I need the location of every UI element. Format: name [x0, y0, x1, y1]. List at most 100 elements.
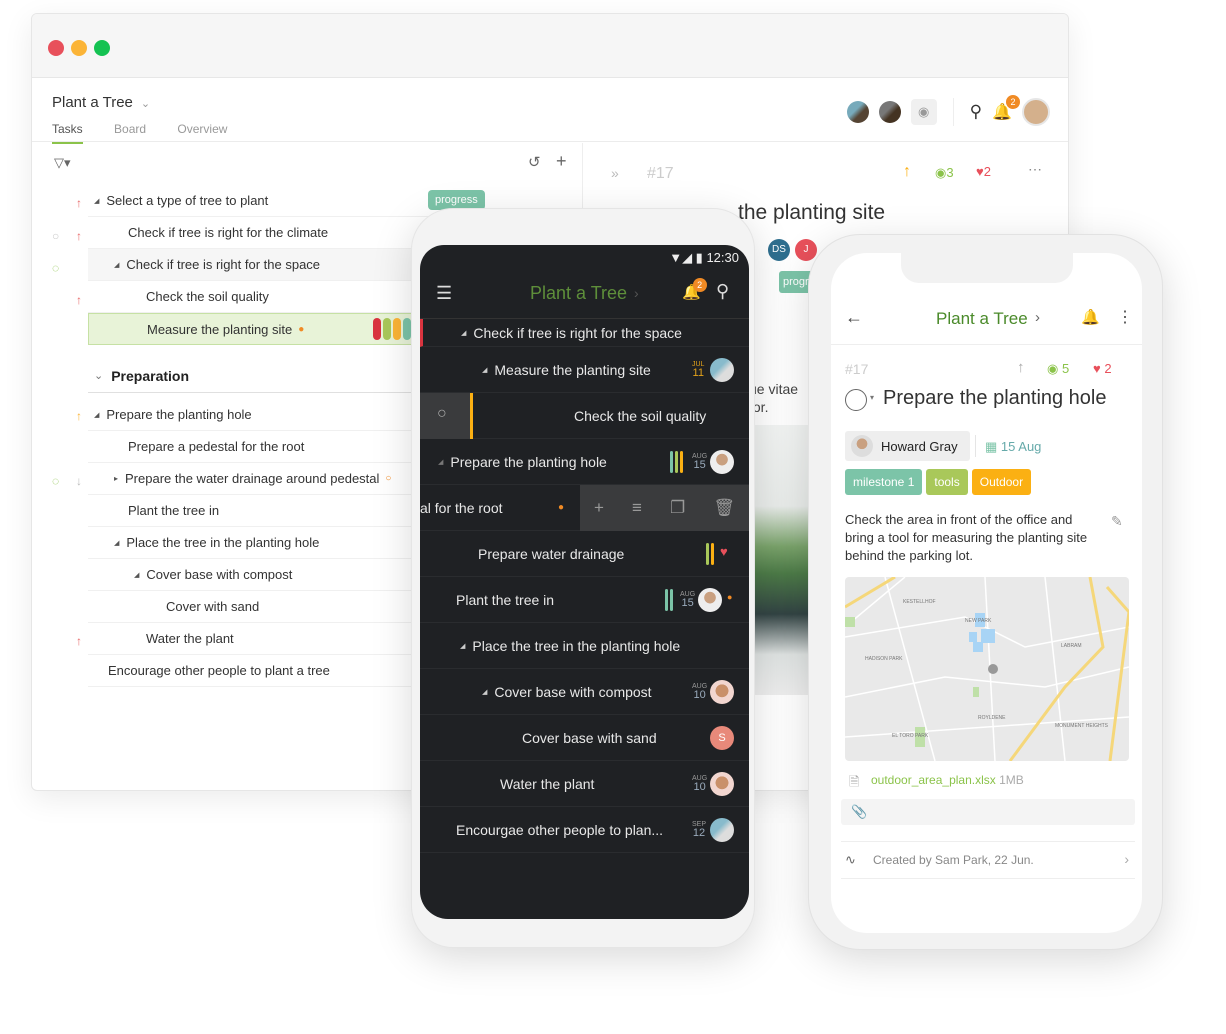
expand-icon[interactable]: ◢ — [134, 571, 139, 579]
bell-icon[interactable]: 🔔 2 — [992, 95, 1020, 122]
task-row[interactable]: ◢ Place the tree in the planting hole — [420, 623, 749, 669]
search-icon[interactable]: ⚲ — [716, 281, 729, 302]
add-subtask-icon[interactable]: ≡ — [632, 498, 642, 518]
task-row[interactable]: Water the plant AUG 10 — [420, 761, 749, 807]
task-title: Prepare the water drainage around pedest… — [125, 471, 380, 486]
maximize-window-button[interactable] — [94, 40, 110, 56]
assignee-chip[interactable]: Howard Gray — [845, 431, 970, 461]
assignee-avatar[interactable] — [710, 450, 734, 474]
likes[interactable]: ♥2 — [976, 164, 991, 179]
app-title[interactable]: Plant a Tree — [530, 283, 627, 304]
task-row[interactable]: ◢ Cover base with compost AUG 10 — [420, 669, 749, 715]
assignee-avatar[interactable] — [710, 680, 734, 704]
priority-up-icon[interactable]: ↑ — [903, 163, 911, 181]
minimize-window-button[interactable] — [71, 40, 87, 56]
task-row[interactable]: Plant the tree in AUG 15 ● — [420, 577, 749, 623]
task-row[interactable]: Encourgae other people to plan... SEP 12 — [420, 807, 749, 853]
task-title: Check if tree is right for the space — [126, 257, 321, 272]
task-title: Cover base with compost — [494, 683, 652, 700]
section-title: Preparation — [111, 367, 190, 384]
member-avatar[interactable] — [878, 101, 901, 123]
user-avatar[interactable] — [1022, 98, 1050, 126]
expand-icon[interactable]: ◢ — [114, 261, 119, 269]
checkbox-area[interactable]: ○ — [420, 393, 470, 439]
expand-icon[interactable]: ◢ — [114, 539, 119, 547]
likes[interactable]: ♥ 2 — [1093, 361, 1112, 376]
assignee-avatar[interactable] — [710, 358, 734, 382]
collapse-icon[interactable]: ▸ — [114, 474, 118, 483]
attachment-image[interactable] — [749, 425, 809, 695]
tab-board[interactable]: Board — [114, 122, 146, 142]
due-date: AUG 10 — [692, 774, 707, 793]
search-icon[interactable]: ⚲ — [970, 102, 982, 122]
expand-icon[interactable]: ◢ — [94, 411, 99, 419]
expand-icon[interactable]: ◢ — [482, 688, 487, 696]
member-avatar[interactable] — [846, 101, 869, 123]
map-attachment[interactable]: KESTELLHOF NEW PARK LABRAM HADISON PARK … — [845, 577, 1129, 761]
task-row-swiped[interactable]: ○ Check the soil quality — [420, 393, 749, 439]
status-dot: ● — [558, 502, 565, 513]
close-window-button[interactable] — [48, 40, 64, 56]
tab-overview[interactable]: Overview — [177, 122, 227, 142]
expand-icon[interactable]: ◢ — [461, 329, 466, 337]
assignee-avatar[interactable] — [698, 588, 722, 612]
collapse-panel-icon[interactable]: » — [611, 165, 619, 181]
assignee-avatar[interactable] — [710, 818, 734, 842]
tag[interactable]: tools — [926, 469, 968, 495]
app-title[interactable]: Plant a Tree — [936, 309, 1028, 329]
globe-icon[interactable]: ◉ — [910, 99, 937, 125]
chevron-down-icon[interactable]: ⌄ — [94, 369, 103, 382]
in-progress-icon[interactable]: ◌ — [52, 261, 59, 275]
activity-row[interactable]: ∿ Created by Sam Park, 22 Jun. › — [841, 841, 1135, 879]
color-tags — [670, 451, 683, 473]
edit-pencil-icon[interactable]: ✎ — [1111, 513, 1123, 530]
task-row-with-actions[interactable]: al for the root ● + ≡ ❐ 🗑 — [420, 485, 749, 531]
watchers[interactable]: ◉ 5 — [1047, 361, 1069, 377]
status-bar: ▼◢ ▮ 12:30 — [420, 245, 749, 271]
add-task-icon[interactable]: + — [556, 151, 567, 172]
task-row[interactable]: Prepare water drainage ♥ — [420, 531, 749, 577]
expand-icon[interactable]: ◢ — [94, 197, 99, 205]
trash-icon[interactable]: 🗑 — [713, 498, 735, 518]
task-title: Check the soil quality — [574, 407, 707, 424]
more-icon[interactable]: ⋯ — [1028, 161, 1042, 178]
task-row[interactable]: ◢ Prepare the planting hole AUG 15 — [420, 439, 749, 485]
due-day: 10 — [693, 781, 706, 793]
tag[interactable]: Outdoor — [971, 469, 1032, 495]
attachment-file[interactable]: outdoor_area_plan.xlsx 1MB — [871, 773, 1024, 787]
tag[interactable]: milestone 1 — [845, 469, 923, 495]
task-row[interactable]: ◢ Check if tree is right for the space — [420, 319, 749, 347]
menu-icon[interactable]: ☰ — [436, 283, 452, 304]
expand-icon[interactable]: ◢ — [438, 458, 443, 466]
task-row[interactable]: ◢ Measure the planting site JUL 11 — [420, 347, 749, 393]
expand-icon[interactable]: ◢ — [482, 366, 487, 374]
refresh-icon[interactable]: ↺ — [528, 153, 541, 171]
tab-tasks[interactable]: Tasks — [52, 122, 83, 144]
add-icon[interactable]: + — [594, 498, 604, 518]
status-circle-icon[interactable]: ○ — [52, 229, 59, 243]
assignee-avatar[interactable]: J — [795, 239, 817, 261]
attach-file-input[interactable]: 📎 — [841, 799, 1135, 825]
in-progress-icon[interactable]: ◌ — [52, 474, 59, 488]
map-label: KESTELLHOF — [903, 599, 936, 605]
due-date[interactable]: ▦ 15 Aug — [985, 439, 1041, 455]
bell-icon[interactable]: 🔔 — [1081, 308, 1100, 326]
status-circle-icon[interactable]: ○ — [437, 405, 447, 423]
complete-checkbox[interactable] — [845, 389, 867, 411]
eye-icon: ◉ — [1047, 361, 1059, 376]
priority-up-icon[interactable]: ↑ — [1017, 359, 1025, 376]
chevron-down-icon[interactable]: ▾ — [870, 393, 874, 402]
duplicate-icon[interactable]: ❐ — [670, 498, 685, 518]
more-vertical-icon[interactable]: ⋮ — [1117, 307, 1133, 327]
assignee-avatar[interactable] — [710, 772, 734, 796]
back-arrow-icon[interactable]: ← — [845, 307, 863, 328]
task-title: Check if tree is right for the climate — [128, 225, 329, 240]
expand-icon[interactable]: ◢ — [460, 642, 465, 650]
assignee-avatar[interactable]: S — [710, 726, 734, 750]
bell-icon[interactable]: 🔔 2 — [682, 278, 707, 301]
task-row[interactable]: Cover base with sand S — [420, 715, 749, 761]
assignee-avatar[interactable]: DS — [768, 239, 790, 261]
filter-icon[interactable]: ▽▾ — [54, 155, 71, 171]
project-selector[interactable]: Plant a Tree ⌄ — [52, 94, 150, 111]
watchers[interactable]: ◉3 — [935, 165, 954, 181]
